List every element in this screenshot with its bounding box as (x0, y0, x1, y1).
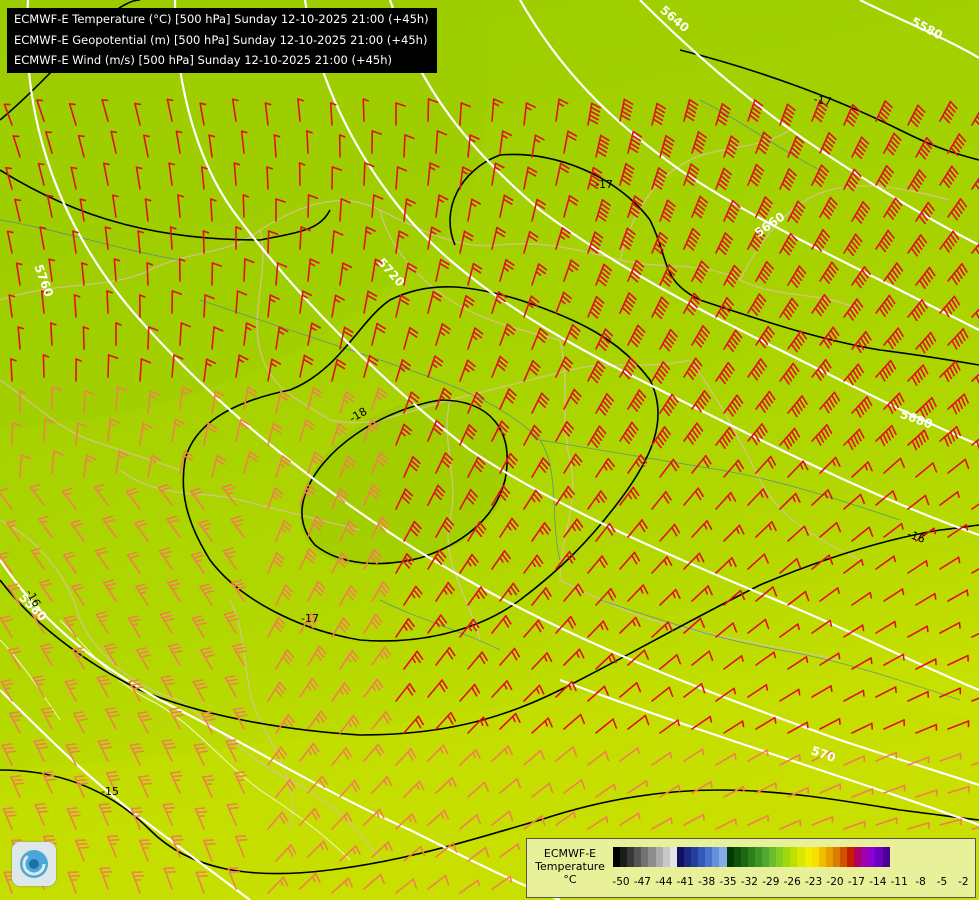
temperature-legend: ECMWF-E Temperature °C -50 -47 -44 -41 -38 -3… (526, 838, 976, 898)
map-canvas: 5580564056605680572057605580570-17-17-18… (0, 0, 979, 900)
legend-tick-label: -29 (762, 876, 780, 888)
legend-swatch (797, 847, 805, 867)
legend-tick-label: -32 (740, 876, 758, 888)
legend-swatch (733, 847, 741, 867)
legend-swatch (847, 847, 855, 867)
legend-tick-label: -11 (890, 876, 908, 888)
legend-swatch (854, 847, 862, 867)
legend-swatch (676, 847, 684, 867)
legend-swatch (627, 847, 635, 867)
legend-swatch (669, 847, 677, 867)
header-temperature-line: ECMWF-E Temperature (°C) [500 hPa] Sunda… (14, 12, 429, 26)
legend-swatch (804, 847, 812, 867)
legend-swatch (882, 847, 890, 867)
legend-tick-label: -17 (847, 876, 865, 888)
legend-swatch (719, 847, 727, 867)
legend-swatch (776, 847, 784, 867)
legend-swatch (868, 847, 876, 867)
weather-map: 5580 5640 5660 5680 5720 5760 5580 570 -17 -17 -18… (0, 0, 979, 900)
legend-swatch (740, 847, 748, 867)
legend-tick-label: -38 (698, 876, 716, 888)
legend-tick-label: -26 (783, 876, 801, 888)
legend-swatch (783, 847, 791, 867)
header-geopotential-line: ECMWF-E Geopotential (m) [500 hPa] Sunda… (14, 32, 428, 47)
legend-tick-label: -8 (915, 876, 926, 888)
legend-unit: °C (563, 873, 577, 886)
legend-tick-label: -5 (936, 876, 948, 888)
isotherm-label: -17 (595, 178, 613, 191)
isotherm-label: -15 (101, 785, 119, 798)
legend-tick-label: -14 (869, 876, 887, 888)
legend-tick-labels: -50 -47 -44 -41 -38 -35 -32 -29 -26 -23 -20 -17 -14-… (607, 876, 977, 890)
legend-swatch (726, 847, 734, 867)
isotherm-label: -17 (301, 612, 319, 625)
legend-title-model: ECMWF-E (543, 847, 597, 860)
legend-swatch (662, 847, 670, 867)
legend-swatch (825, 847, 833, 867)
legend-swatch (648, 847, 656, 867)
legend-swatch (620, 847, 628, 867)
legend-swatch (691, 847, 699, 867)
legend-swatch (769, 847, 777, 867)
legend-title: ECMWF-E Temperature °C (529, 847, 611, 886)
legend-swatch (818, 847, 826, 867)
ecmwf-logo-icon (12, 842, 56, 886)
legend-swatch (634, 847, 642, 867)
legend-swatch (655, 847, 663, 867)
legend-tick-label: -41 (676, 876, 694, 888)
map-header: ECMWF-E Temperature (°C) [500 hPa] Sunda… (7, 8, 437, 73)
legend-swatch (840, 847, 848, 867)
legend-swatch (613, 847, 621, 867)
legend-swatch (712, 847, 720, 867)
legend-swatch (861, 847, 869, 867)
legend-swatch (761, 847, 770, 867)
legend-swatch (683, 847, 692, 867)
legend-color-bar (613, 847, 890, 867)
legend-swatch (875, 847, 883, 867)
legend-tick-label: -35 (719, 876, 737, 888)
legend-swatch (747, 847, 755, 867)
header-wind-line: ECMWF-E Wind (m/s) [500 hPa] Sunday 12-1… (14, 53, 393, 67)
legend-swatch (832, 847, 840, 867)
legend-tick-label: -2 (958, 876, 969, 888)
legend-tick-label: -44 (655, 876, 673, 888)
legend-swatch (790, 847, 798, 867)
legend-swatch (754, 847, 762, 867)
legend-title-variable: Temperature (535, 860, 605, 873)
legend-swatch (811, 847, 819, 867)
legend-tick-label: -50 (612, 876, 630, 888)
legend-swatch (705, 847, 713, 867)
legend-tick-label: -20 (826, 876, 844, 888)
legend-swatch (698, 847, 706, 867)
legend-swatch (641, 847, 649, 867)
legend-tick-label: -47 (633, 876, 651, 888)
legend-tick-label: -23 (805, 876, 823, 888)
